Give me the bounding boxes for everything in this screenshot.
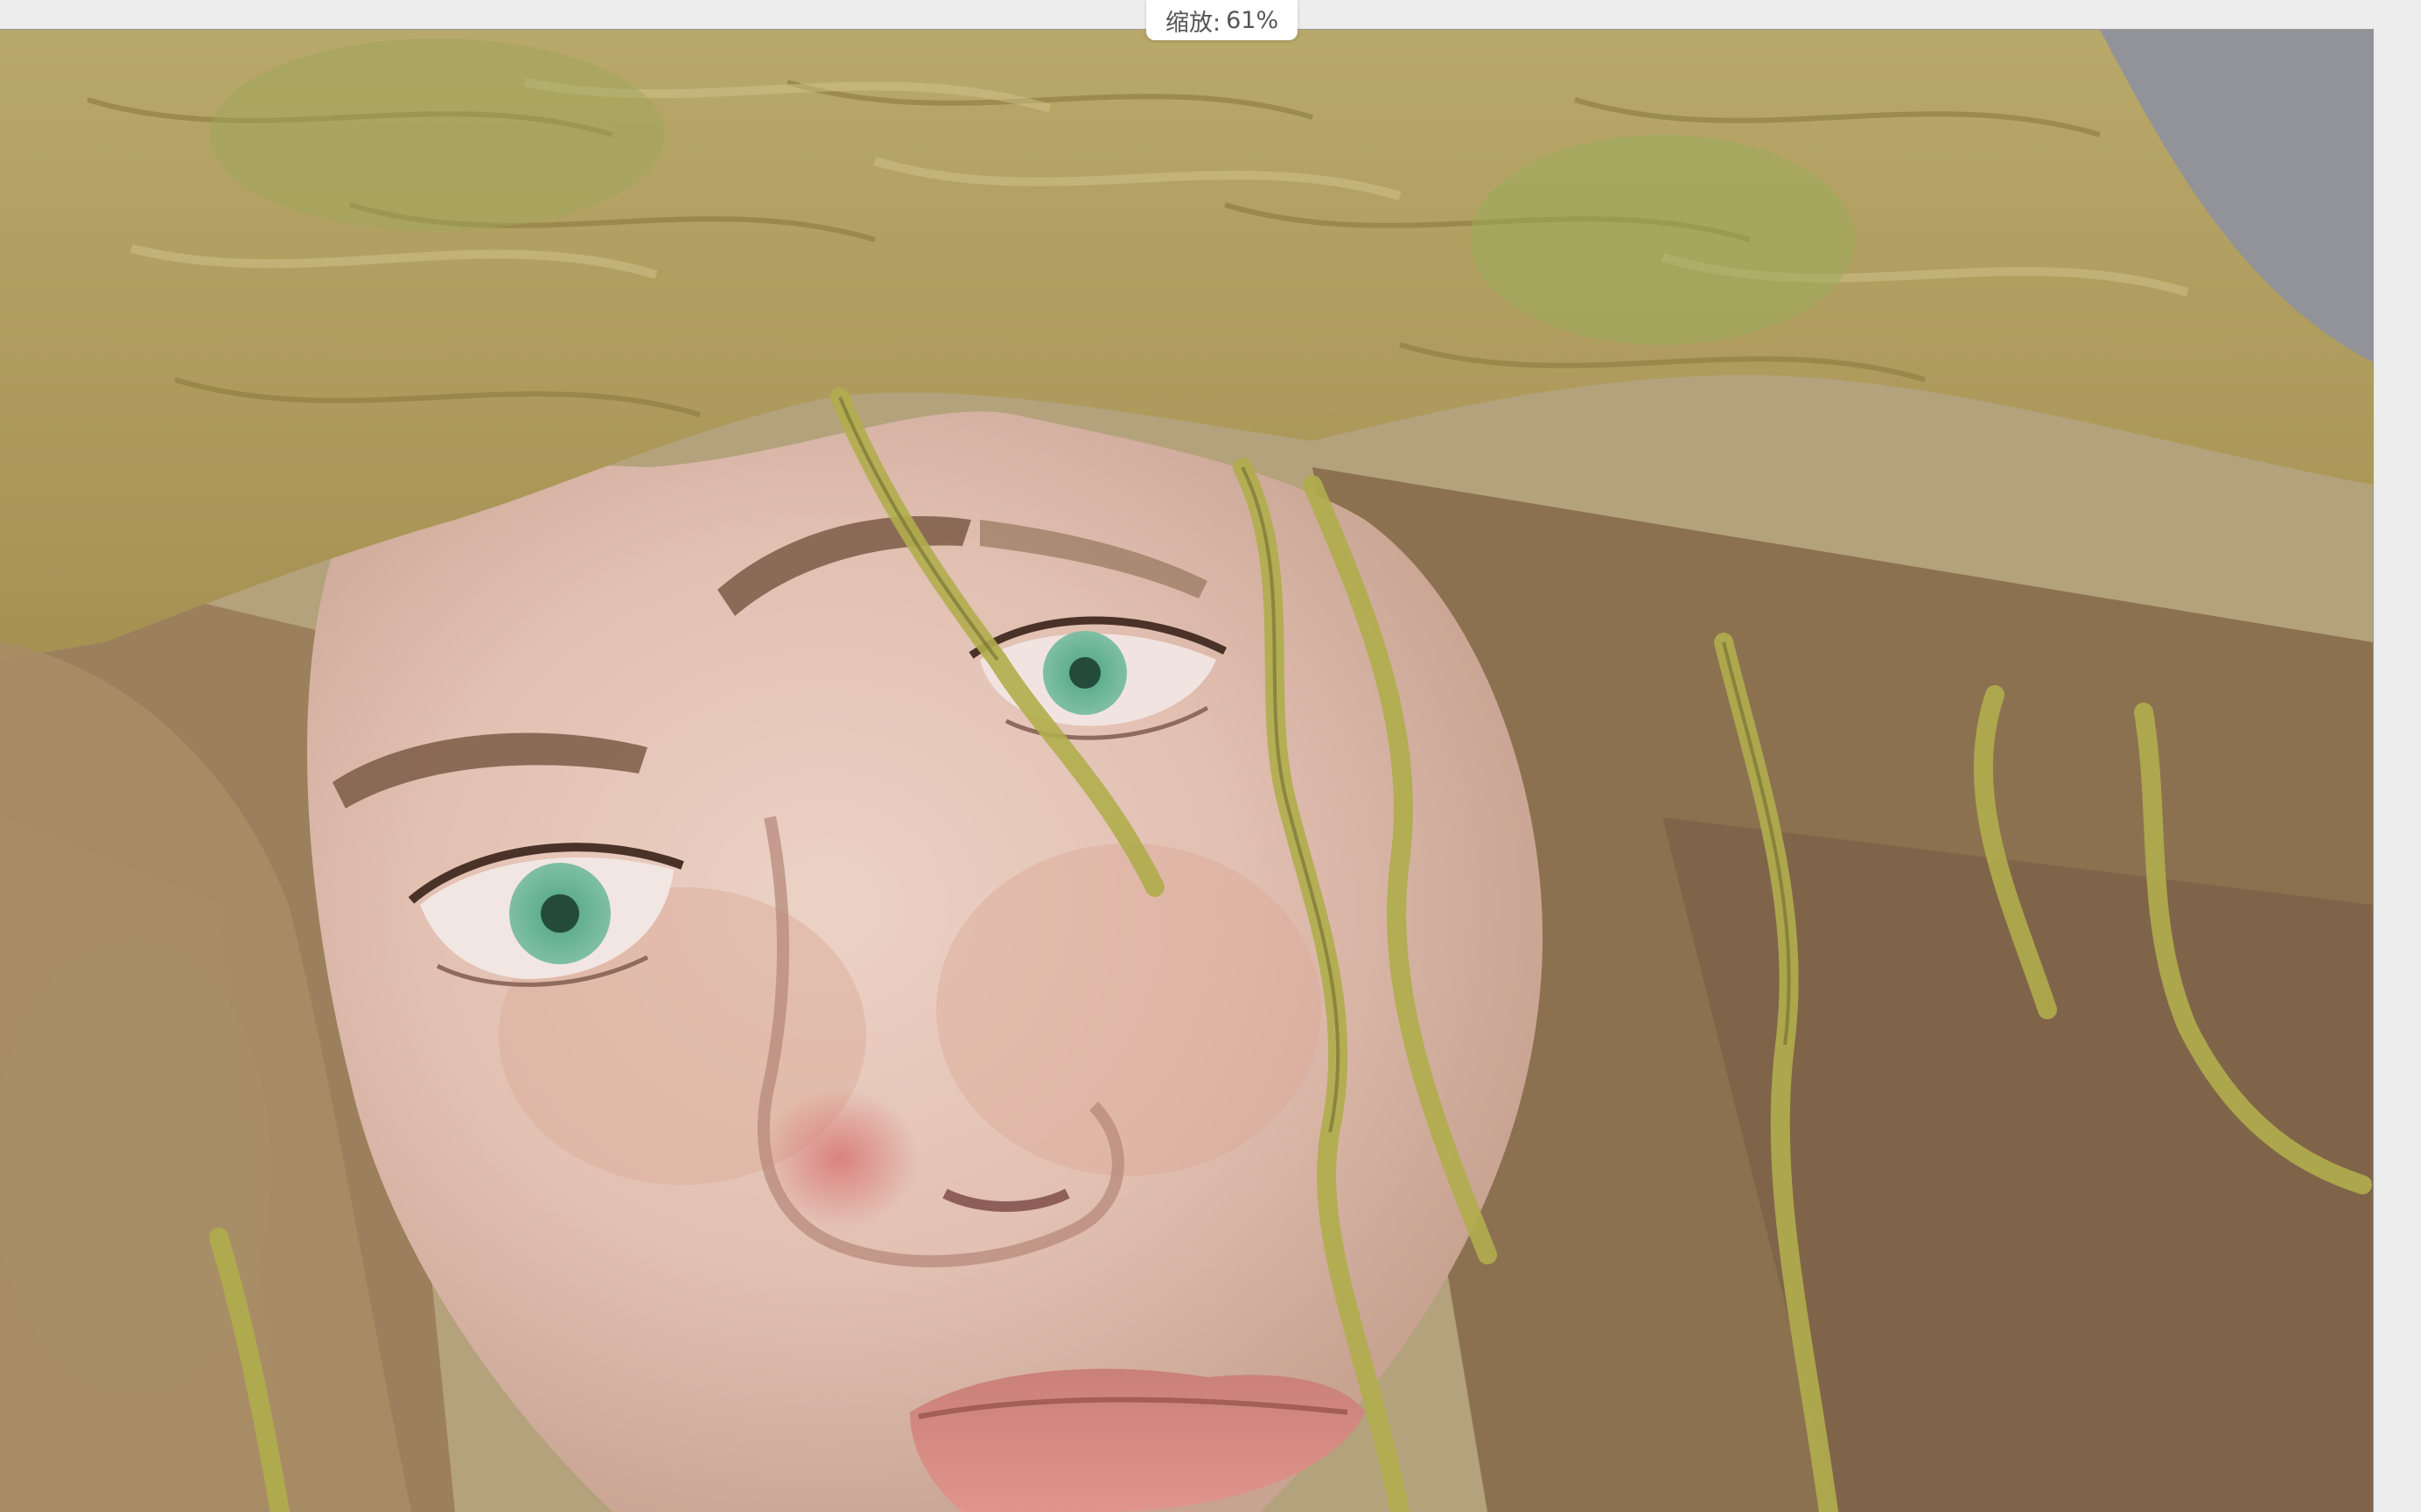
- zoom-value: 61%: [1226, 6, 1279, 34]
- drawing-canvas[interactable]: [0, 30, 2373, 1512]
- zoom-indicator: 缩放: 61%: [1146, 0, 1298, 40]
- drawing-app-window: 缩放: 61%: [0, 0, 2421, 1512]
- portrait-painting: [0, 30, 2373, 1512]
- workspace-margin: [2376, 0, 2421, 1512]
- zoom-label: 缩放:: [1165, 9, 1221, 37]
